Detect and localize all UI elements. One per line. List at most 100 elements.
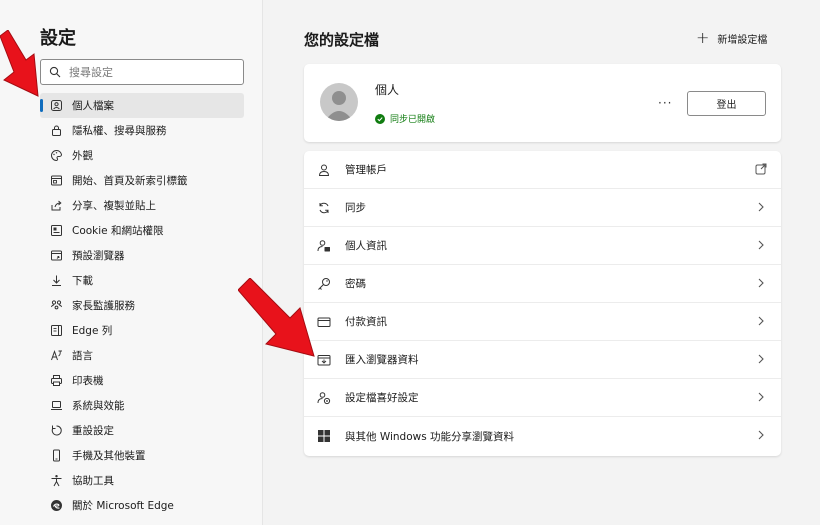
chevron-right-icon <box>758 202 764 212</box>
avatar <box>320 83 358 121</box>
list-item-personal-info[interactable]: 個人資訊 <box>304 227 781 265</box>
share-icon <box>50 199 63 212</box>
sidebar-item-label: Cookie 和網站權限 <box>72 225 164 237</box>
annotation-arrow-icon <box>238 278 315 357</box>
add-profile-label: 新增設定檔 <box>717 34 768 46</box>
add-profile-button[interactable]: + 新增設定檔 <box>696 30 767 46</box>
sidebar-item-label: Edge 列 <box>72 325 113 337</box>
sidebar-item-privacy[interactable]: 隱私權、搜尋與服務 <box>40 118 244 143</box>
profile-name: 個人 <box>375 83 400 97</box>
windows-icon <box>317 429 331 443</box>
profile-icon <box>50 99 63 112</box>
sidebar-item-label: 重設設定 <box>72 425 114 437</box>
sidebar-item-label: 外觀 <box>72 150 93 162</box>
list-item-label: 與其他 Windows 功能分享瀏覽資料 <box>345 430 515 443</box>
check-circle-icon <box>375 113 385 124</box>
accessibility-icon <box>50 474 63 487</box>
chevron-right-icon <box>758 354 764 364</box>
import-icon <box>317 353 331 367</box>
sidebar-item-label: 個人檔案 <box>72 100 114 112</box>
lock-icon <box>50 124 63 137</box>
list-item-passwords[interactable]: 密碼 <box>304 265 781 303</box>
sidebar-item-label: 協助工具 <box>72 475 114 487</box>
language-icon <box>50 349 63 362</box>
edge-bar-icon <box>50 324 63 337</box>
more-options-button[interactable]: ··· <box>658 96 672 110</box>
sidebar-item-label: 開始、首頁及新索引標籤 <box>72 175 188 187</box>
sidebar-item-share[interactable]: 分享、複製並貼上 <box>40 193 244 218</box>
sidebar-item-profiles[interactable]: 個人檔案 <box>40 93 244 118</box>
list-item-label: 個人資訊 <box>345 240 387 252</box>
printer-icon <box>50 374 63 387</box>
search-icon <box>49 66 61 78</box>
sidebar-item-label: 系統與效能 <box>72 400 125 412</box>
sidebar-item-label: 印表機 <box>72 375 104 387</box>
home-icon <box>50 174 63 187</box>
sidebar-item-system[interactable]: 系統與效能 <box>40 393 244 418</box>
sidebar-item-start-home[interactable]: 開始、首頁及新索引標籤 <box>40 168 244 193</box>
list-item-label: 付款資訊 <box>345 316 387 328</box>
chevron-right-icon <box>758 316 764 326</box>
personal-info-icon <box>317 239 331 253</box>
list-item-payment-info[interactable]: 付款資訊 <box>304 303 781 341</box>
list-item-label: 設定檔喜好設定 <box>345 392 419 404</box>
profile-settings-list: 管理帳戶 同步 個人資訊 密碼 付款資訊 匯入瀏覽器資料 設定檔喜好設定 與其他… <box>304 151 781 456</box>
sidebar-item-label: 關於 Microsoft Edge <box>72 500 174 512</box>
sidebar-item-label: 分享、複製並貼上 <box>72 200 156 212</box>
sidebar-item-phone[interactable]: 手機及其他裝置 <box>40 443 244 468</box>
list-item-label: 密碼 <box>345 278 366 290</box>
list-item-share-with-windows[interactable]: 與其他 Windows 功能分享瀏覽資料 <box>304 417 781 455</box>
page-title: 您的設定檔 <box>304 31 380 49</box>
cookie-icon <box>50 224 63 237</box>
sidebar-item-label: 預設瀏覽器 <box>72 250 125 262</box>
sidebar-item-family[interactable]: 家長監護服務 <box>40 293 244 318</box>
credit-card-icon <box>317 315 331 329</box>
annotation-arrow-icon <box>0 30 39 97</box>
sidebar-item-default-browser[interactable]: 預設瀏覽器 <box>40 243 244 268</box>
appearance-icon <box>50 149 63 162</box>
browser-icon <box>50 249 63 262</box>
sidebar-item-languages[interactable]: 語言 <box>40 343 244 368</box>
sidebar-item-downloads[interactable]: 下載 <box>40 268 244 293</box>
phone-icon <box>50 449 63 462</box>
sidebar-item-cookies[interactable]: Cookie 和網站權限 <box>40 218 244 243</box>
sidebar-item-label: 語言 <box>72 350 93 362</box>
sidebar-item-reset[interactable]: 重設設定 <box>40 418 244 443</box>
chevron-right-icon <box>758 278 764 288</box>
sidebar-item-printers[interactable]: 印表機 <box>40 368 244 393</box>
sidebar-nav: 個人檔案 隱私權、搜尋與服務 外觀 開始、首頁及新索引標籤 分享、複製並貼上 C… <box>40 93 244 518</box>
sidebar-item-label: 下載 <box>72 275 93 287</box>
reset-icon <box>50 424 63 437</box>
search-input[interactable] <box>69 65 239 79</box>
family-icon <box>50 299 63 312</box>
list-item-label: 匯入瀏覽器資料 <box>345 354 419 366</box>
list-item-profile-preferences[interactable]: 設定檔喜好設定 <box>304 379 781 417</box>
sidebar-item-edge-bar[interactable]: Edge 列 <box>40 318 244 343</box>
sync-status-label: 同步已開啟 <box>390 115 436 125</box>
account-icon <box>317 163 331 177</box>
sync-icon <box>317 201 331 215</box>
chevron-right-icon <box>758 430 764 440</box>
sign-out-button[interactable]: 登出 <box>687 91 766 116</box>
search-box[interactable] <box>40 59 244 85</box>
list-item-label: 管理帳戶 <box>345 164 387 176</box>
key-icon <box>317 277 331 291</box>
profile-preferences-icon <box>317 391 331 405</box>
external-link-icon <box>755 163 767 175</box>
sidebar-item-about[interactable]: 關於 Microsoft Edge <box>40 493 244 518</box>
sidebar-item-label: 家長監護服務 <box>72 300 135 312</box>
plus-icon: + <box>696 28 710 47</box>
list-item-label: 同步 <box>345 202 366 214</box>
sidebar-item-accessibility[interactable]: 協助工具 <box>40 468 244 493</box>
list-item-manage-account[interactable]: 管理帳戶 <box>304 151 781 189</box>
list-item-import-browser-data[interactable]: 匯入瀏覽器資料 <box>304 341 781 379</box>
chevron-right-icon <box>758 392 764 402</box>
sync-status: 同步已開啟 <box>375 112 435 125</box>
sidebar-item-appearance[interactable]: 外觀 <box>40 143 244 168</box>
edge-logo-icon <box>50 499 63 512</box>
system-icon <box>50 399 63 412</box>
chevron-right-icon <box>758 240 764 250</box>
download-icon <box>50 274 63 287</box>
sidebar-item-label: 隱私權、搜尋與服務 <box>72 125 167 137</box>
list-item-sync[interactable]: 同步 <box>304 189 781 227</box>
